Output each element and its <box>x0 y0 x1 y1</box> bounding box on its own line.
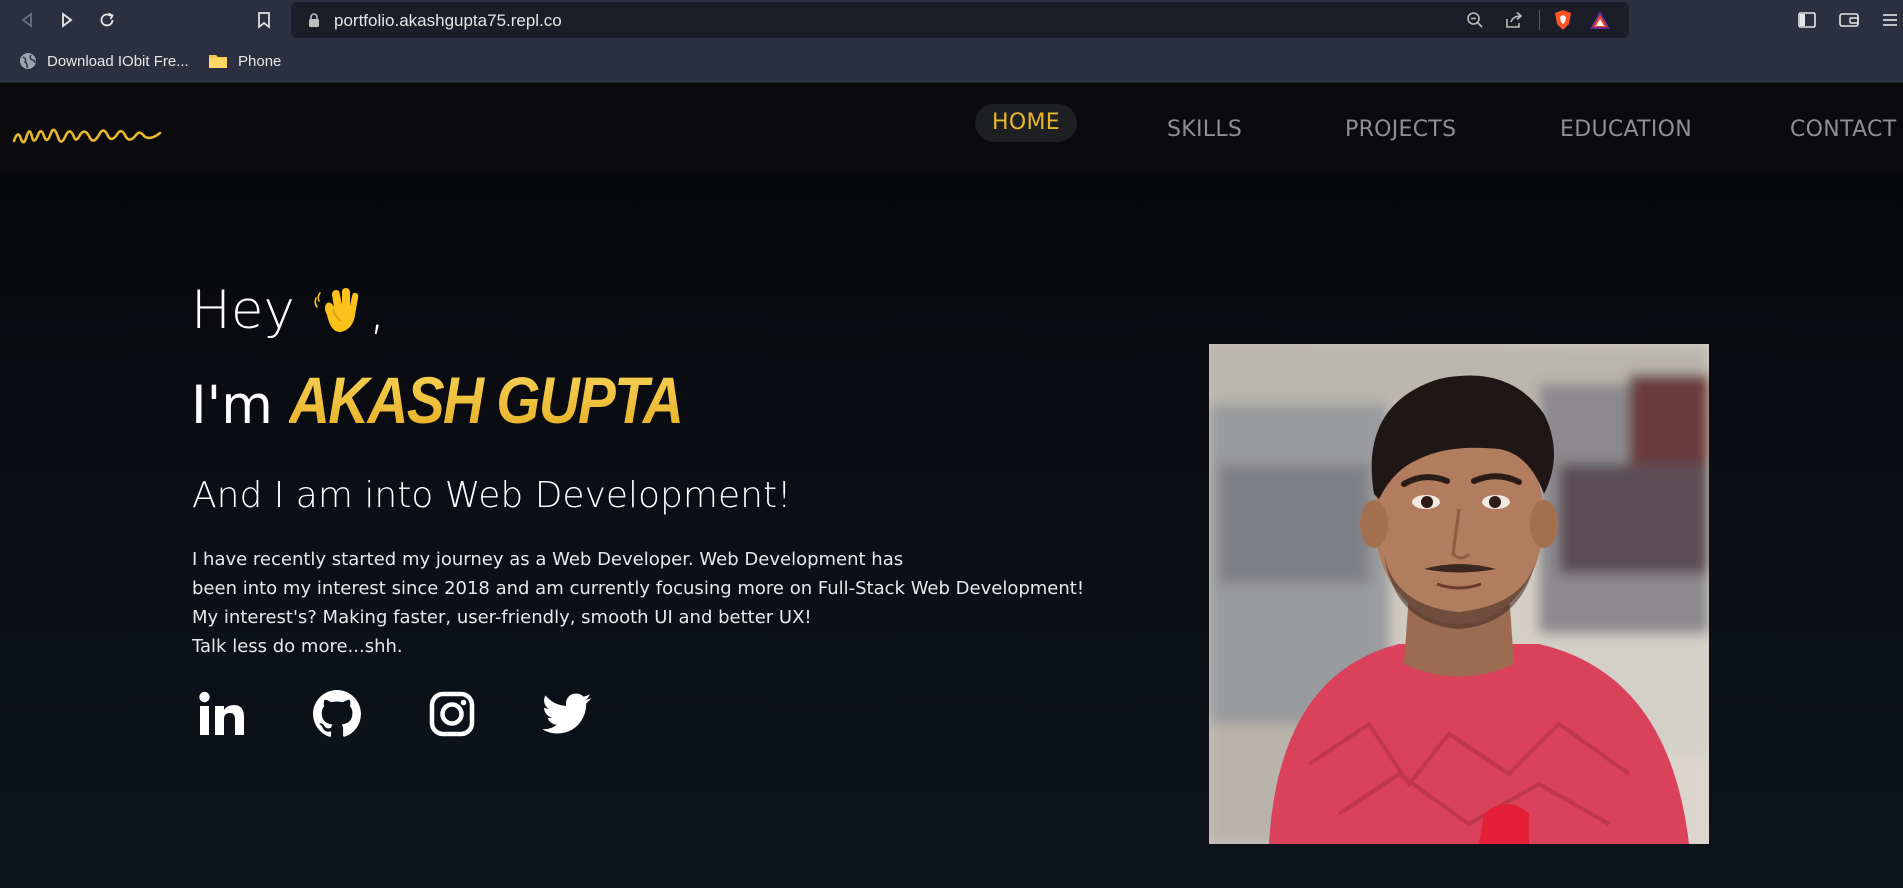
nav-projects[interactable]: PROJECTS <box>1345 112 1456 148</box>
signature-logo[interactable] <box>12 121 164 155</box>
bookmark-folder[interactable]: Phone <box>208 50 281 72</box>
sidebar-icon[interactable] <box>1793 6 1821 34</box>
greeting-heading: Hey , <box>191 280 386 341</box>
twitter-icon[interactable] <box>541 688 593 740</box>
nav-skills[interactable]: SKILLS <box>1167 112 1242 148</box>
reload-icon[interactable] <box>93 6 121 34</box>
address-bar[interactable]: portfolio.akashgupta75.repl.co <box>291 2 1629 38</box>
wallet-icon[interactable] <box>1835 6 1863 34</box>
browser-toolbar: portfolio.akashgupta75.repl.co <box>0 0 1903 40</box>
bookmarks-bar: Download IObit Fre... Phone <box>0 40 1903 83</box>
waving-hand-icon <box>313 285 365 337</box>
profile-photo <box>1209 344 1709 844</box>
divider <box>1539 10 1540 30</box>
lock-icon <box>307 12 321 28</box>
back-icon[interactable] <box>13 6 41 34</box>
bio-line: My interest's? Making faster, user-frien… <box>192 607 812 628</box>
greeting-text: Hey <box>191 280 295 341</box>
url-text[interactable]: portfolio.akashgupta75.repl.co <box>334 11 562 31</box>
bookmark-item[interactable]: Download IObit Fre... <box>19 50 189 72</box>
linkedin-icon[interactable] <box>196 688 248 740</box>
author-name: AKASH GUPTA <box>288 363 684 437</box>
forward-icon[interactable] <box>53 6 81 34</box>
share-icon[interactable] <box>1503 9 1525 31</box>
bio-line: I have recently started my journey as a … <box>192 549 904 570</box>
bookmark-icon[interactable] <box>250 6 278 34</box>
globe-icon <box>19 52 37 70</box>
nav-education[interactable]: EDUCATION <box>1560 112 1692 148</box>
instagram-icon[interactable] <box>426 688 478 740</box>
site-navbar: HOME SKILLS PROJECTS EDUCATION CONTACT <box>0 83 1903 170</box>
bio-line: been into my interest since 2018 and am … <box>192 578 1085 599</box>
bio-line: Talk less do more...shh. <box>192 636 403 657</box>
github-icon[interactable] <box>311 688 363 740</box>
nav-home[interactable]: HOME <box>975 104 1077 142</box>
greeting-comma: , <box>368 280 386 341</box>
menu-icon[interactable] <box>1876 6 1903 34</box>
brave-shield-icon[interactable] <box>1552 9 1574 31</box>
subtitle: And I am into Web Development! <box>192 475 792 516</box>
bookmark-label: Download IObit Fre... <box>47 52 189 70</box>
zoom-icon[interactable] <box>1464 9 1486 31</box>
bookmark-label: Phone <box>238 52 282 70</box>
intro-text: I'm <box>191 375 273 436</box>
folder-icon <box>208 53 228 69</box>
bio-paragraph: I have recently started my journey as a … <box>192 545 1092 661</box>
brave-rewards-icon[interactable] <box>1589 9 1611 31</box>
intro-heading: I'm AKASH GUPTA <box>191 362 746 438</box>
nav-contact[interactable]: CONTACT <box>1790 112 1896 148</box>
